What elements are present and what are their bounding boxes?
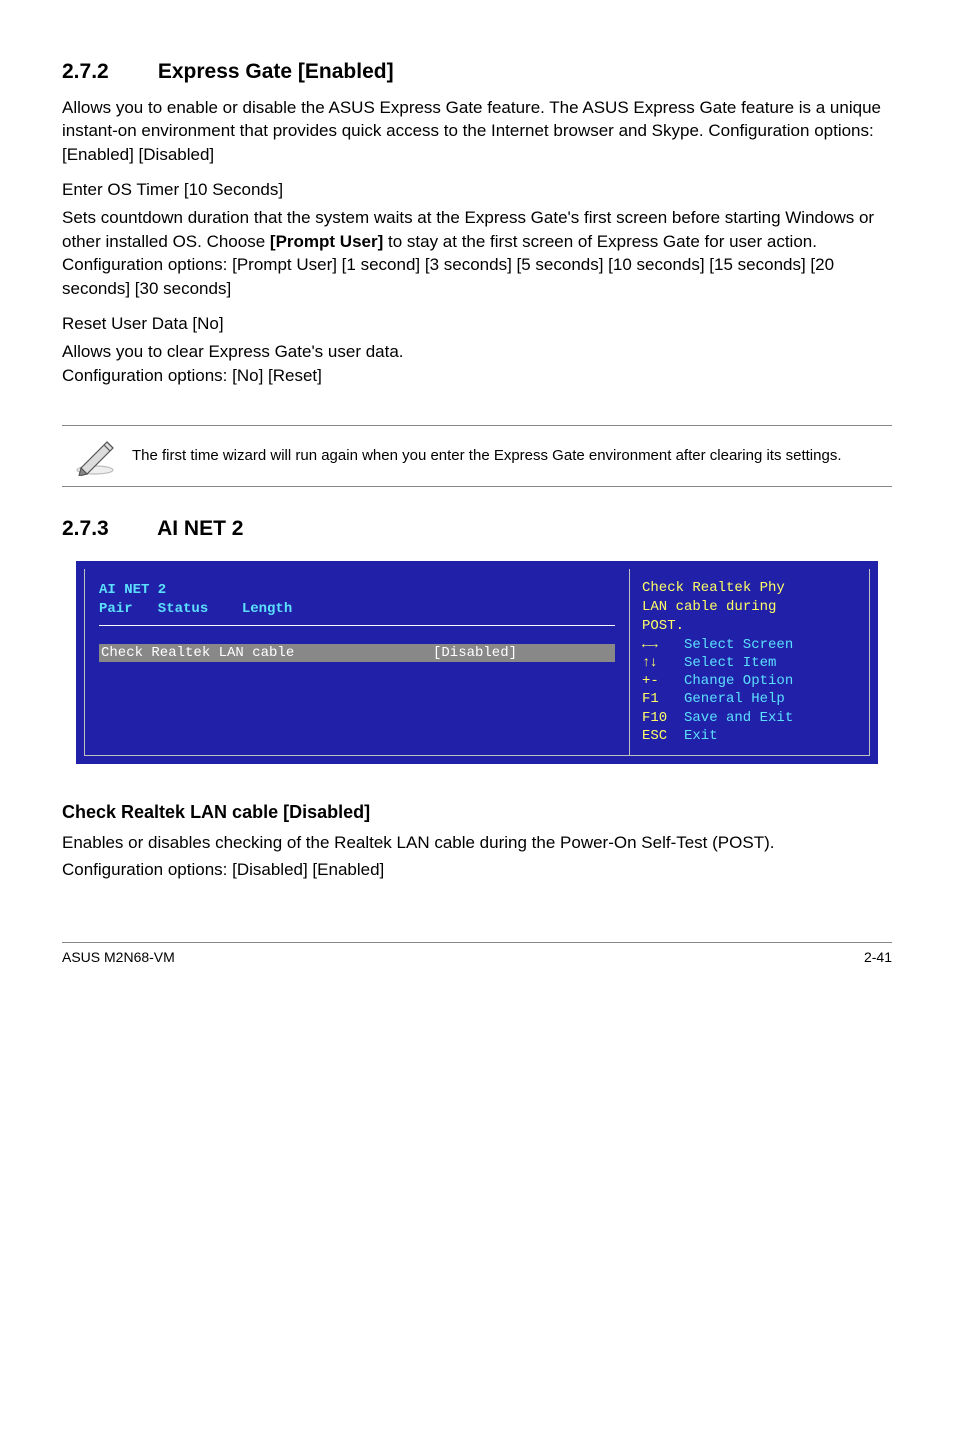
- sub-section-heading: Check Realtek LAN cable [Disabled]: [62, 802, 892, 823]
- bios-key: +-: [642, 672, 684, 690]
- bios-left-pane: AI NET 2 Pair Status Length Check Realte…: [85, 569, 629, 755]
- bios-header-line1: AI NET 2: [99, 581, 615, 600]
- bios-separator: [99, 625, 615, 626]
- bios-key: F1: [642, 690, 684, 708]
- section-title: AI NET 2: [157, 517, 243, 540]
- bios-key-legend: ←→Select Screen↑↓Select Item+-Change Opt…: [642, 636, 857, 745]
- footer-left: ASUS M2N68-VM: [62, 949, 175, 965]
- strong-text: [Prompt User]: [270, 232, 383, 251]
- bios-key-desc: Exit: [684, 728, 718, 744]
- paragraph: Sets countdown duration that the system …: [62, 206, 892, 300]
- bios-key: F10: [642, 709, 684, 727]
- section-number: 2.7.3: [62, 517, 152, 541]
- page-footer: ASUS M2N68-VM 2-41: [62, 949, 892, 965]
- bios-menu-item: Check Realtek LAN cable [Disabled]: [99, 644, 615, 662]
- bios-screenshot: AI NET 2 Pair Status Length Check Realte…: [76, 561, 878, 764]
- text-run: Allows you to clear Express Gate's user …: [62, 342, 404, 361]
- bios-right-pane: Check Realtek Phy LAN cable during POST.…: [629, 569, 869, 755]
- sub-heading: Reset User Data [No]: [62, 314, 892, 334]
- bios-key: ESC: [642, 727, 684, 745]
- paragraph: Allows you to enable or disable the ASUS…: [62, 96, 892, 166]
- footer-rule: [62, 942, 892, 943]
- sub-heading: Enter OS Timer [10 Seconds]: [62, 180, 892, 200]
- text-run: Configuration options: [Prompt User] [1 …: [62, 255, 834, 297]
- bios-key: ↑↓: [642, 654, 684, 672]
- footer-right: 2-41: [864, 949, 892, 965]
- bios-key-desc: Select Item: [684, 655, 776, 671]
- paragraph: Configuration options: [Disabled] [Enabl…: [62, 858, 892, 881]
- bios-key-desc: Save and Exit: [684, 710, 793, 726]
- text-run: Configuration options: [No] [Reset]: [62, 366, 322, 385]
- section-number: 2.7.2: [62, 60, 152, 84]
- bios-help-text: Check Realtek Phy LAN cable during POST.: [642, 579, 857, 636]
- text-run: to stay at the first screen of Express G…: [383, 232, 817, 251]
- note-callout: The first time wizard will run again whe…: [62, 425, 892, 487]
- bios-key: ←→: [642, 636, 684, 654]
- paragraph: Enables or disables checking of the Real…: [62, 831, 892, 854]
- bios-key-desc: Select Screen: [684, 637, 793, 653]
- note-pencil-icon: [62, 436, 132, 476]
- section-heading-273: 2.7.3 AI NET 2: [62, 517, 892, 541]
- bios-header-line2: Pair Status Length: [99, 600, 615, 619]
- section-title: Express Gate [Enabled]: [158, 60, 394, 83]
- bios-item-value: [Disabled]: [433, 645, 613, 661]
- bios-key-desc: General Help: [684, 691, 785, 707]
- section-heading-272: 2.7.2 Express Gate [Enabled]: [62, 60, 892, 84]
- bios-key-desc: Change Option: [684, 673, 793, 689]
- paragraph: Allows you to clear Express Gate's user …: [62, 340, 892, 387]
- bios-item-label: Check Realtek LAN cable: [101, 645, 433, 661]
- note-text: The first time wizard will run again whe…: [132, 446, 892, 466]
